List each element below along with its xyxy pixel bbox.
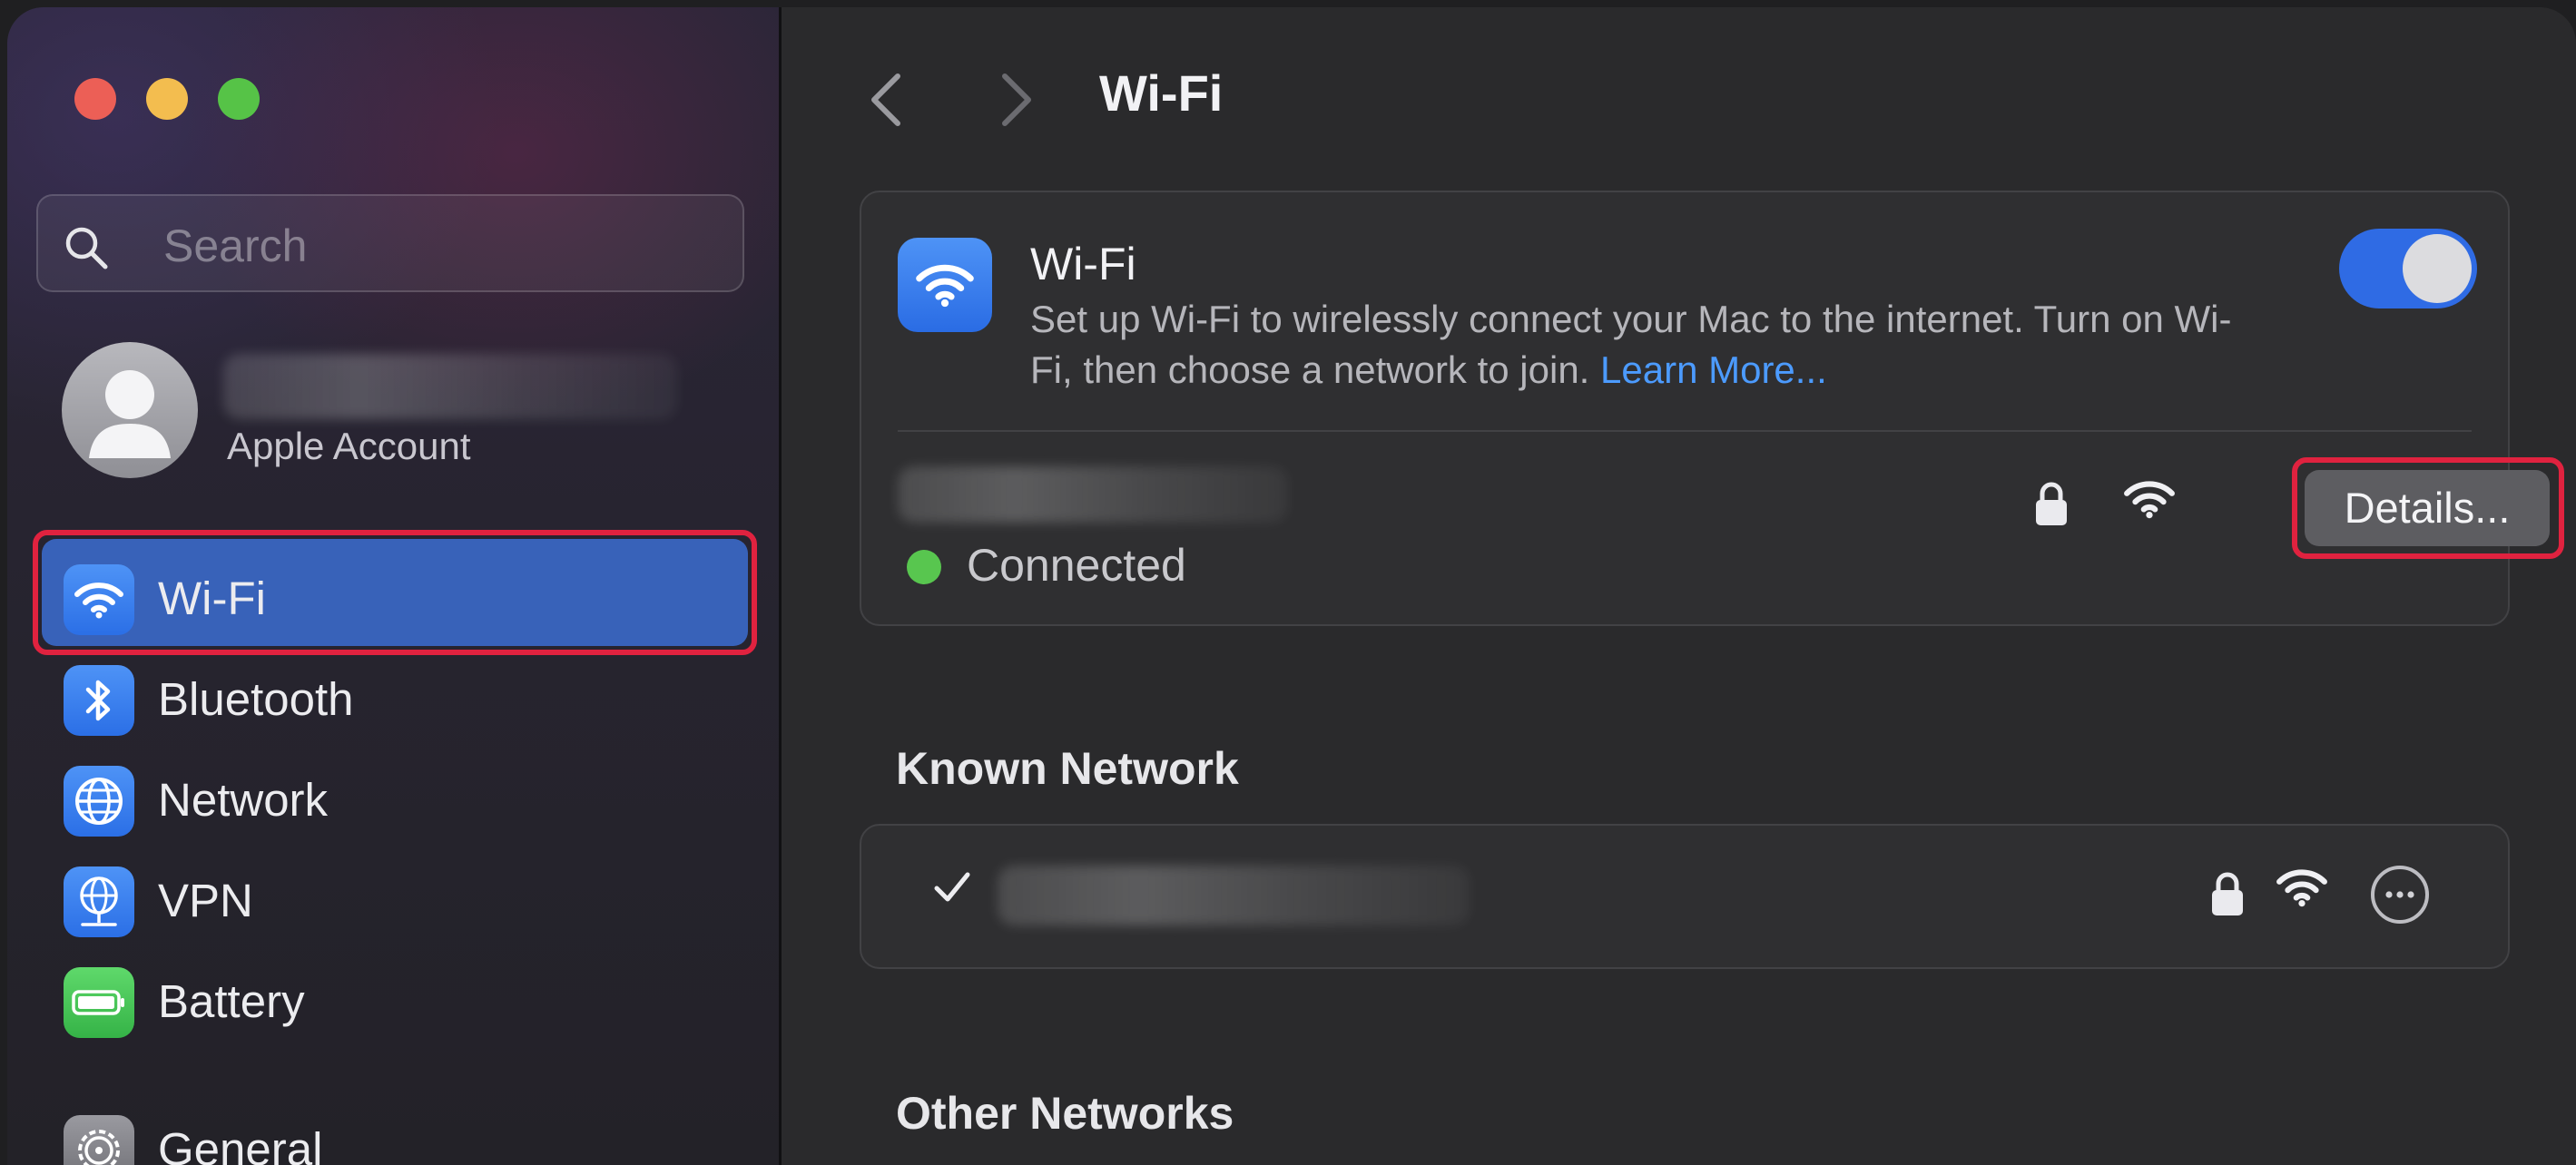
sidebar-item-vpn[interactable]: VPN <box>54 854 753 945</box>
sidebar-item-general[interactable]: General <box>54 1102 753 1165</box>
main-pane: Wi-Fi Wi-Fi Set up Wi-Fi to wirelessly c… <box>782 7 2576 1165</box>
globe-icon <box>64 766 134 837</box>
known-network-card <box>860 824 2510 969</box>
toggle-knob <box>2403 234 2472 303</box>
page-title: Wi-Fi <box>1099 64 1224 122</box>
connected-status-dot <box>907 550 941 584</box>
vpn-globe-icon <box>64 866 134 937</box>
battery-icon <box>64 967 134 1038</box>
wifi-card: Wi-Fi Set up Wi-Fi to wirelessly connect… <box>860 191 2564 626</box>
sidebar-item-label: Battery <box>158 975 305 1027</box>
connection-status-text: Connected <box>967 540 1186 591</box>
wifi-icon <box>64 564 134 635</box>
sidebar-item-battery[interactable]: Battery <box>54 955 753 1045</box>
search-placeholder: Search <box>163 220 308 271</box>
wifi-app-icon <box>898 238 992 332</box>
sidebar-search-field[interactable]: Search <box>36 194 744 292</box>
forward-chevron-icon[interactable] <box>988 64 1043 136</box>
sidebar-item-network[interactable]: Network <box>54 753 753 844</box>
wifi-signal-icon <box>2276 869 2327 907</box>
wifi-card-description: Set up Wi-Fi to wirelessly connect your … <box>1030 294 2265 396</box>
sidebar: Search Apple Account Wi-Fi Bluetooth Net… <box>7 7 782 1165</box>
zoom-window-button[interactable] <box>218 78 260 120</box>
minimize-window-button[interactable] <box>146 78 188 120</box>
ellipsis-icon <box>2385 891 2414 898</box>
current-network-name-redacted <box>898 466 1288 523</box>
sidebar-item-wifi[interactable]: Wi-Fi <box>54 552 753 642</box>
back-chevron-icon[interactable] <box>860 64 914 136</box>
more-options-button[interactable] <box>2371 866 2429 924</box>
account-subtitle: Apple Account <box>227 425 471 467</box>
sidebar-item-label: Bluetooth <box>158 673 354 725</box>
other-networks-heading: Other Networks <box>896 1088 1234 1139</box>
lock-icon <box>2212 872 2243 915</box>
close-window-button[interactable] <box>74 78 116 120</box>
account-name-redacted <box>223 354 677 419</box>
sidebar-item-label: Network <box>158 774 329 826</box>
sidebar-item-label: VPN <box>158 875 253 926</box>
wifi-signal-icon <box>2124 481 2175 519</box>
details-annotation-box <box>2292 457 2564 559</box>
sidebar-item-bluetooth[interactable]: Bluetooth <box>54 652 753 743</box>
checkmark-icon <box>934 872 970 902</box>
known-network-name-redacted[interactable] <box>998 866 1470 925</box>
account-avatar[interactable] <box>62 342 198 478</box>
wifi-toggle[interactable] <box>2339 229 2477 308</box>
bluetooth-icon <box>64 665 134 736</box>
lock-icon <box>2036 482 2067 525</box>
sidebar-item-label: Wi-Fi <box>158 573 266 624</box>
search-icon <box>65 227 108 269</box>
sidebar-item-label: General <box>158 1123 323 1165</box>
known-network-heading: Known Network <box>896 743 1239 794</box>
wifi-card-title: Wi-Fi <box>1030 239 1136 289</box>
card-divider <box>898 430 2472 432</box>
settings-window: Search Apple Account Wi-Fi Bluetooth Net… <box>7 7 2576 1165</box>
person-icon <box>89 370 171 458</box>
gear-icon <box>64 1115 134 1165</box>
learn-more-link[interactable]: Learn More... <box>1600 348 1827 391</box>
